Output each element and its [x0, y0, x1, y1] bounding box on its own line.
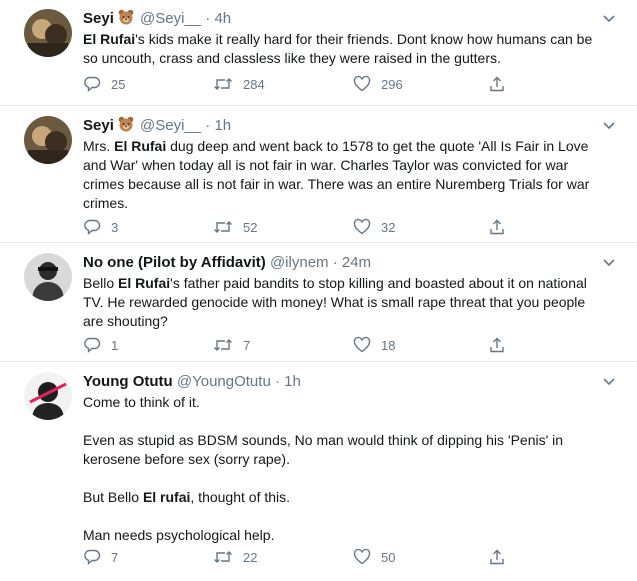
display-name[interactable]: No one (Pilot by Affidavit) [83, 254, 266, 271]
timestamp[interactable]: 4h [214, 10, 231, 27]
highlighted-term: El Rufai [114, 138, 167, 154]
highlighted-term: El Rufai [118, 275, 171, 291]
user-handle[interactable]: @Seyi__ [140, 10, 201, 27]
retweet-icon [214, 78, 232, 90]
tweet-actions: 25 284 296 [83, 74, 523, 94]
share-icon [490, 337, 504, 353]
share-button[interactable] [488, 335, 516, 355]
reply-icon [84, 549, 101, 566]
chevron-down-icon[interactable] [599, 371, 619, 391]
user-handle[interactable]: @YoungOtutu [177, 373, 271, 390]
tweet-actions: 3 52 32 [83, 217, 523, 237]
avatar[interactable] [24, 116, 72, 164]
retweet-count: 52 [243, 219, 258, 235]
tweet-text: Come to think of it. Even as stupid as B… [83, 394, 564, 543]
separator: · [274, 373, 280, 390]
like-button[interactable]: 32 [353, 217, 395, 237]
reply-button[interactable]: 3 [83, 217, 118, 237]
retweet-icon [214, 551, 232, 563]
display-name[interactable]: Young Otutu [83, 373, 173, 390]
retweet-button[interactable]: 22 [213, 547, 257, 567]
reply-count: 1 [111, 337, 119, 353]
like-button[interactable]: 296 [353, 74, 403, 94]
tweet-header: Young Otutu @YoungOtutu · 1h [83, 372, 301, 392]
share-icon [490, 219, 504, 235]
reply-count: 3 [111, 219, 119, 235]
share-button[interactable] [488, 217, 516, 237]
like-count: 18 [381, 337, 396, 353]
like-count: 50 [381, 549, 396, 565]
tweet-header: No one (Pilot by Affidavit) @ilynem · 24… [83, 253, 371, 273]
avatar[interactable] [24, 9, 72, 57]
tweet[interactable]: No one (Pilot by Affidavit) @ilynem · 24… [0, 244, 637, 362]
tweet[interactable]: Seyi @Seyi__ · 1h Mrs. El Rufai dug deep… [0, 107, 637, 243]
separator: · [205, 10, 211, 27]
retweet-button[interactable]: 284 [213, 74, 265, 94]
timestamp[interactable]: 1h [284, 373, 301, 390]
user-handle[interactable]: @Seyi__ [140, 117, 201, 134]
chevron-down-icon[interactable] [599, 252, 619, 272]
heart-icon [353, 75, 371, 92]
retweet-button[interactable]: 7 [213, 335, 250, 355]
user-handle[interactable]: @ilynem [270, 254, 329, 271]
tweet-text: El Rufai's kids make it really hard for … [83, 31, 597, 66]
reply-icon [84, 76, 101, 93]
tweet[interactable]: Young Otutu @YoungOtutu · 1h Come to thi… [0, 363, 637, 581]
share-button[interactable] [488, 547, 516, 567]
reply-button[interactable]: 25 [83, 74, 125, 94]
highlighted-term: El rufai [142, 489, 191, 505]
like-count: 32 [381, 219, 396, 235]
tweet-header: Seyi @Seyi__ · 1h [83, 116, 231, 136]
heart-icon [353, 548, 371, 565]
tweet-actions: 7 22 50 [83, 547, 523, 567]
tweet-text: Bello El Rufai's father paid bandits to … [83, 275, 591, 329]
timestamp[interactable]: 1h [214, 117, 231, 134]
display-name[interactable]: Seyi [83, 117, 114, 134]
reply-count: 25 [111, 76, 126, 92]
like-button[interactable]: 18 [353, 335, 395, 355]
reply-icon [84, 219, 101, 236]
chevron-down-icon[interactable] [599, 115, 619, 135]
tweet-header: Seyi @Seyi__ · 4h [83, 9, 231, 29]
retweet-button[interactable]: 52 [213, 217, 257, 237]
highlighted-term: El Rufai [83, 31, 136, 47]
separator: · [332, 254, 338, 271]
avatar[interactable] [24, 372, 72, 420]
tweet-actions: 1 7 18 [83, 335, 523, 355]
tweet[interactable]: Seyi @Seyi__ · 4h El Rufai's kids make i… [0, 0, 637, 106]
retweet-count: 7 [243, 337, 251, 353]
heart-icon [353, 218, 371, 235]
retweet-count: 22 [243, 549, 258, 565]
bear-emoji-icon [118, 116, 134, 132]
like-button[interactable]: 50 [353, 547, 395, 567]
retweet-icon [214, 221, 232, 233]
separator: · [205, 117, 211, 134]
share-icon [490, 549, 504, 565]
retweet-count: 284 [243, 76, 265, 92]
heart-icon [353, 336, 371, 353]
timestamp[interactable]: 24m [342, 254, 371, 271]
retweet-icon [214, 339, 232, 351]
share-icon [490, 76, 504, 92]
reply-button[interactable]: 7 [83, 547, 118, 567]
like-count: 296 [381, 76, 403, 92]
chevron-down-icon[interactable] [599, 8, 619, 28]
share-button[interactable] [488, 74, 516, 94]
avatar[interactable] [24, 253, 72, 301]
reply-button[interactable]: 1 [83, 335, 118, 355]
bear-emoji-icon [118, 9, 134, 25]
tweet-text: Mrs. El Rufai dug deep and went back to … [83, 138, 594, 211]
reply-count: 7 [111, 549, 119, 565]
display-name[interactable]: Seyi [83, 10, 114, 27]
reply-icon [84, 337, 101, 354]
